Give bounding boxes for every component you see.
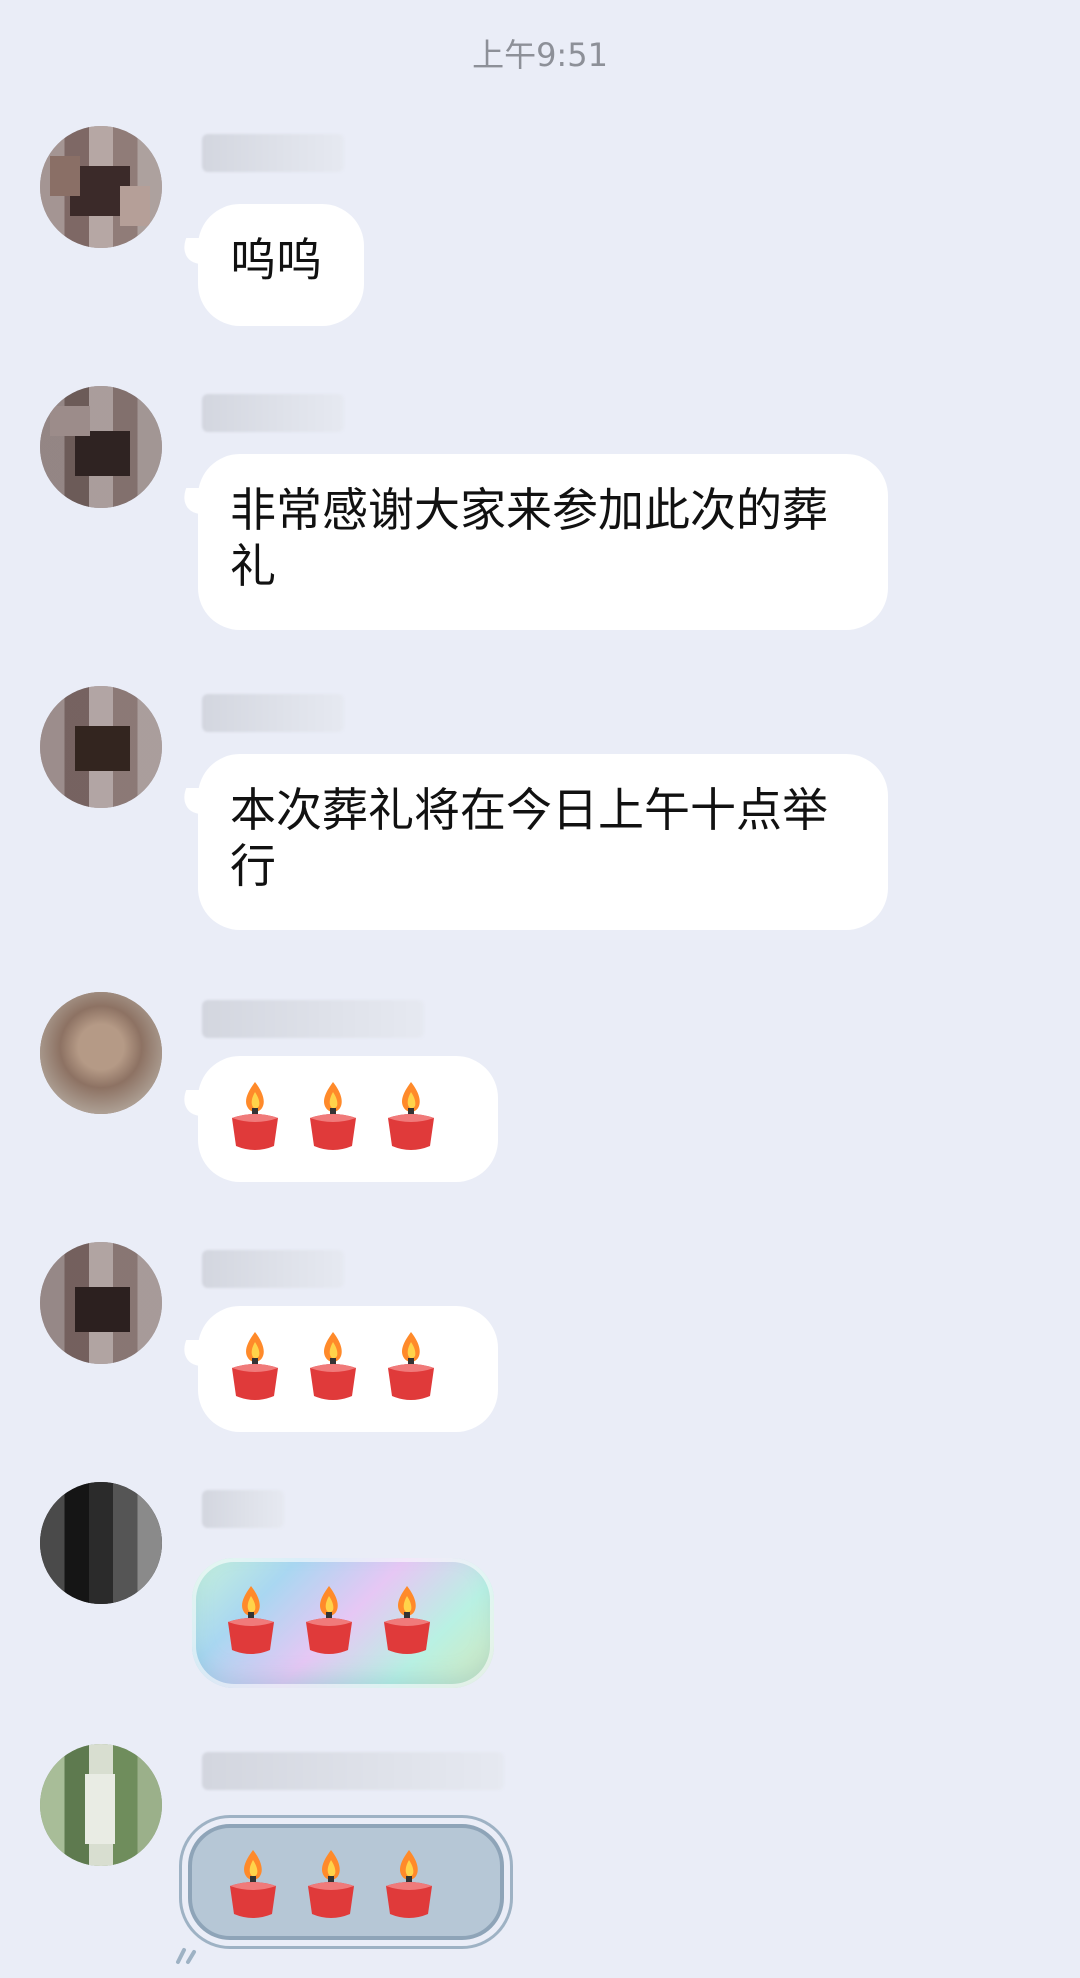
candle-emoji-group (222, 1582, 464, 1656)
message-text: 本次葬礼将在今日上午十点举行 (230, 783, 828, 893)
chat-message: 非常感谢大家来参加此次的葬礼 (0, 386, 1080, 636)
candle-icon (386, 1850, 432, 1918)
candle-icon (388, 1082, 434, 1150)
avatar[interactable] (40, 386, 162, 508)
message-text: 非常感谢大家来参加此次的葬礼 (230, 483, 828, 593)
chat-message (0, 1482, 1080, 1702)
candle-icon (232, 1082, 278, 1150)
candle-icon (228, 1586, 274, 1654)
candle-icon (388, 1332, 434, 1400)
chat-message: 本次葬礼将在今日上午十点举行 (0, 686, 1080, 936)
avatar[interactable] (40, 1744, 162, 1866)
emoji-bubble[interactable] (198, 1306, 498, 1432)
avatar[interactable] (40, 126, 162, 248)
timestamp: 上午9:51 (472, 36, 608, 74)
emoji-bubble[interactable] (188, 1824, 504, 1940)
emoji-bubble[interactable] (198, 1056, 498, 1182)
candle-icon (384, 1586, 430, 1654)
sender-name-redacted (202, 394, 344, 432)
candle-icon (310, 1082, 356, 1150)
sender-name-redacted (202, 134, 344, 172)
chat-message (0, 1744, 1080, 1974)
sender-name-redacted (202, 694, 344, 732)
candle-icon (232, 1332, 278, 1400)
message-bubble[interactable]: 非常感谢大家来参加此次的葬礼 (198, 454, 888, 630)
avatar[interactable] (40, 1482, 162, 1604)
emoji-bubble[interactable] (192, 1558, 494, 1688)
candle-icon (308, 1850, 354, 1918)
message-text: 呜呜 (230, 233, 322, 287)
candle-emoji-group (224, 1846, 468, 1920)
message-bubble[interactable]: 本次葬礼将在今日上午十点举行 (198, 754, 888, 930)
bubble-tail-decoration (176, 1948, 196, 1964)
chat-message (0, 992, 1080, 1192)
message-bubble[interactable]: 呜呜 (198, 204, 364, 326)
chat-message: 呜呜 (0, 126, 1080, 336)
avatar[interactable] (40, 1242, 162, 1364)
candle-emoji-group (226, 1078, 470, 1152)
candle-icon (230, 1850, 276, 1918)
chat-message (0, 1242, 1080, 1442)
candle-icon (310, 1332, 356, 1400)
candle-emoji-group (226, 1328, 470, 1402)
sender-name-redacted (202, 1490, 284, 1528)
sender-name-redacted (202, 1250, 344, 1288)
sender-name-redacted (202, 1000, 424, 1038)
candle-icon (306, 1586, 352, 1654)
avatar[interactable] (40, 686, 162, 808)
avatar[interactable] (40, 992, 162, 1114)
sender-name-redacted (202, 1752, 504, 1790)
